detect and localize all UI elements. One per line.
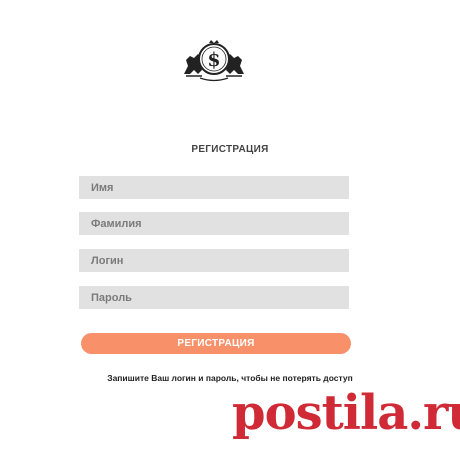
password-input[interactable] <box>79 286 349 309</box>
register-button[interactable]: РЕГИСТРАЦИЯ <box>81 333 351 354</box>
save-credentials-note: Запишите Ваш логин и пароль, чтобы не по… <box>107 373 353 383</box>
postila-watermark: postila.ru <box>232 385 460 441</box>
first-name-input[interactable] <box>79 176 349 199</box>
dollar-coin-lions-emblem-icon: $ <box>184 40 244 82</box>
login-input[interactable] <box>79 249 349 272</box>
last-name-input[interactable] <box>79 212 349 235</box>
form-title: РЕГИСТРАЦИЯ <box>191 144 269 155</box>
dollar-symbol: $ <box>207 49 220 71</box>
